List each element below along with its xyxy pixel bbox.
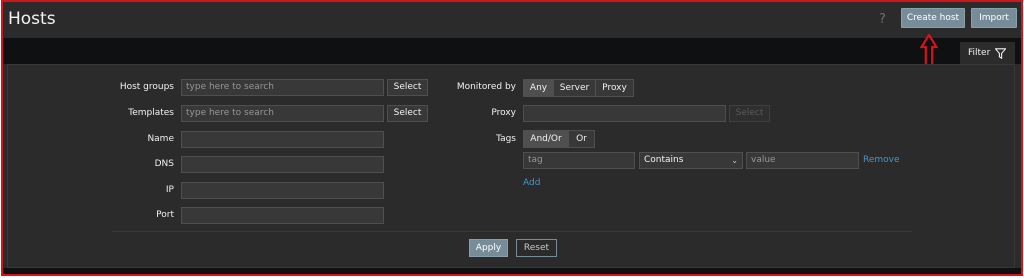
templates-select-button[interactable]: Select [387,105,428,122]
templates-input[interactable]: type here to search [181,105,384,122]
monitored-by-label: Monitored by [456,82,516,92]
tag-remove-link[interactable]: Remove [863,155,900,165]
monitored-by-any[interactable]: Any [524,80,554,96]
import-button[interactable]: Import [971,8,1017,28]
tags-or[interactable]: Or [569,131,594,147]
filter-panel: Host groups type here to search Select T… [7,64,1015,268]
host-groups-input[interactable]: type here to search [181,79,384,96]
page-header: Hosts ? Create host Import [3,2,1021,38]
tag-condition-value: Contains [644,155,684,165]
create-host-button[interactable]: Create host [901,8,965,28]
page-title: Hosts [8,9,56,29]
reset-button[interactable]: Reset [516,239,557,257]
dns-input[interactable] [181,156,384,173]
apply-button[interactable]: Apply [469,239,508,257]
proxy-input[interactable] [523,105,726,122]
name-label: Name [147,134,174,144]
ip-input[interactable] [181,182,384,199]
monitored-by-segmented-control: Any Server Proxy [523,79,634,97]
filter-tab-strip: Filter [3,38,1021,66]
host-groups-label: Host groups [119,82,174,92]
tags-label: Tags [496,134,516,144]
tags-operator-control: And/Or Or [523,130,595,148]
proxy-select-button[interactable]: Select [729,105,770,122]
proxy-label: Proxy [491,108,516,118]
port-input[interactable] [181,207,384,224]
tag-input[interactable]: tag [523,152,635,169]
monitored-by-proxy[interactable]: Proxy [596,80,633,96]
filter-tab-label: Filter [968,48,991,58]
name-input[interactable] [181,131,384,148]
tag-add-link[interactable]: Add [523,178,540,188]
templates-label: Templates [128,108,174,118]
bottom-bar [3,268,1021,274]
monitored-by-server[interactable]: Server [554,80,596,96]
filter-divider [112,231,912,232]
dns-label: DNS [154,159,174,169]
host-groups-select-button[interactable]: Select [387,79,428,96]
port-label: Port [156,210,174,220]
tags-and-or[interactable]: And/Or [524,131,569,147]
help-icon[interactable]: ? [879,12,886,27]
hosts-window: Hosts ? Create host Import Filter Host g… [1,0,1023,276]
chevron-down-icon: ⌄ [731,156,738,165]
tag-condition-select[interactable]: Contains ⌄ [639,152,743,169]
filter-tab[interactable]: Filter [960,42,1015,66]
ip-label: IP [165,185,174,195]
tag-value-input[interactable]: value [746,152,859,169]
funnel-icon [995,48,1006,59]
